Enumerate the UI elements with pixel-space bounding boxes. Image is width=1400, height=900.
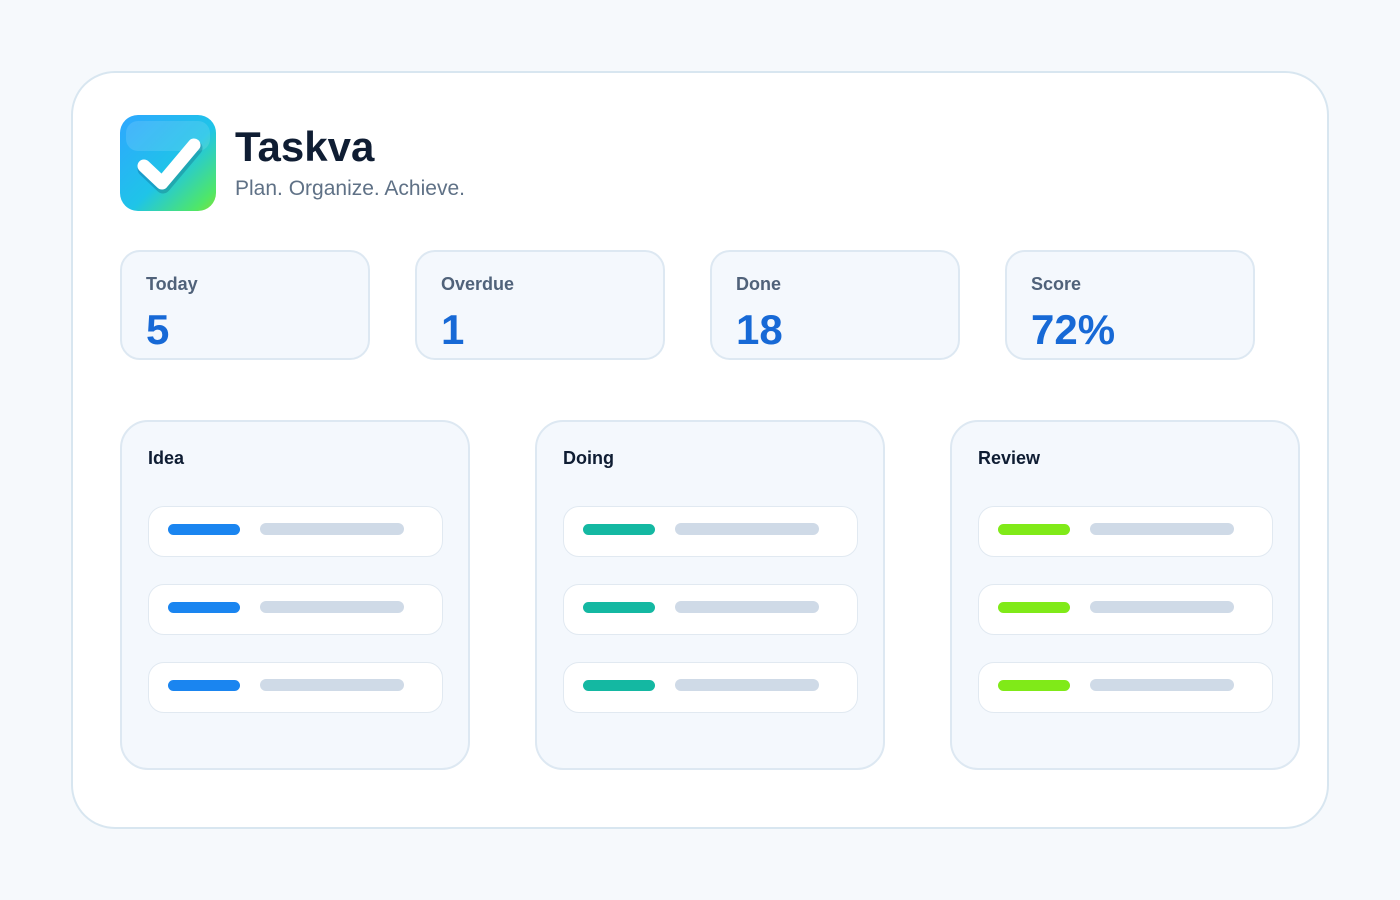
task-tag — [583, 602, 655, 613]
task-title-placeholder — [1090, 679, 1234, 691]
stat-label: Done — [736, 274, 781, 294]
task-tag — [998, 680, 1070, 691]
task-card[interactable] — [148, 662, 443, 713]
task-title-placeholder — [1090, 601, 1234, 613]
stat-label: Today — [146, 274, 198, 294]
stat-card-done: Done 18 — [710, 250, 960, 360]
task-tag — [998, 602, 1070, 613]
task-tag — [168, 524, 240, 535]
app-tagline: Plan. Organize. Achieve. — [235, 177, 465, 200]
app-title: Taskva — [235, 123, 375, 170]
task-tag — [168, 680, 240, 691]
task-tag — [998, 524, 1070, 535]
task-card[interactable] — [563, 506, 858, 557]
stat-card-today: Today 5 — [120, 250, 370, 360]
task-tag — [168, 602, 240, 613]
task-card[interactable] — [978, 506, 1273, 557]
task-title-placeholder — [675, 679, 819, 691]
task-title-placeholder — [260, 679, 404, 691]
column-idea: Idea — [120, 420, 470, 770]
task-title-placeholder — [675, 523, 819, 535]
task-tag — [583, 524, 655, 535]
task-card[interactable] — [978, 662, 1273, 713]
column-review: Review — [950, 420, 1300, 770]
task-title-placeholder — [1090, 523, 1234, 535]
task-card[interactable] — [563, 662, 858, 713]
stat-value: 1 — [441, 306, 465, 353]
stat-label: Overdue — [441, 274, 515, 294]
stat-card-score: Score 72% — [1005, 250, 1255, 360]
task-card[interactable] — [148, 506, 443, 557]
task-title-placeholder — [260, 601, 404, 613]
app-logo — [120, 115, 216, 211]
column-title: Idea — [148, 448, 185, 468]
stat-value: 18 — [736, 306, 783, 353]
stat-card-overdue: Overdue 1 — [415, 250, 665, 360]
task-card[interactable] — [563, 584, 858, 635]
stat-value: 72% — [1031, 306, 1116, 353]
task-tag — [583, 680, 655, 691]
column-title: Doing — [563, 448, 614, 468]
column-title: Review — [978, 448, 1041, 468]
task-card[interactable] — [978, 584, 1273, 635]
check-mark-icon — [137, 138, 203, 194]
task-title-placeholder — [260, 523, 404, 535]
column-doing: Doing — [535, 420, 885, 770]
task-title-placeholder — [675, 601, 819, 613]
task-card[interactable] — [148, 584, 443, 635]
stat-value: 5 — [146, 306, 170, 353]
stat-label: Score — [1031, 274, 1082, 294]
